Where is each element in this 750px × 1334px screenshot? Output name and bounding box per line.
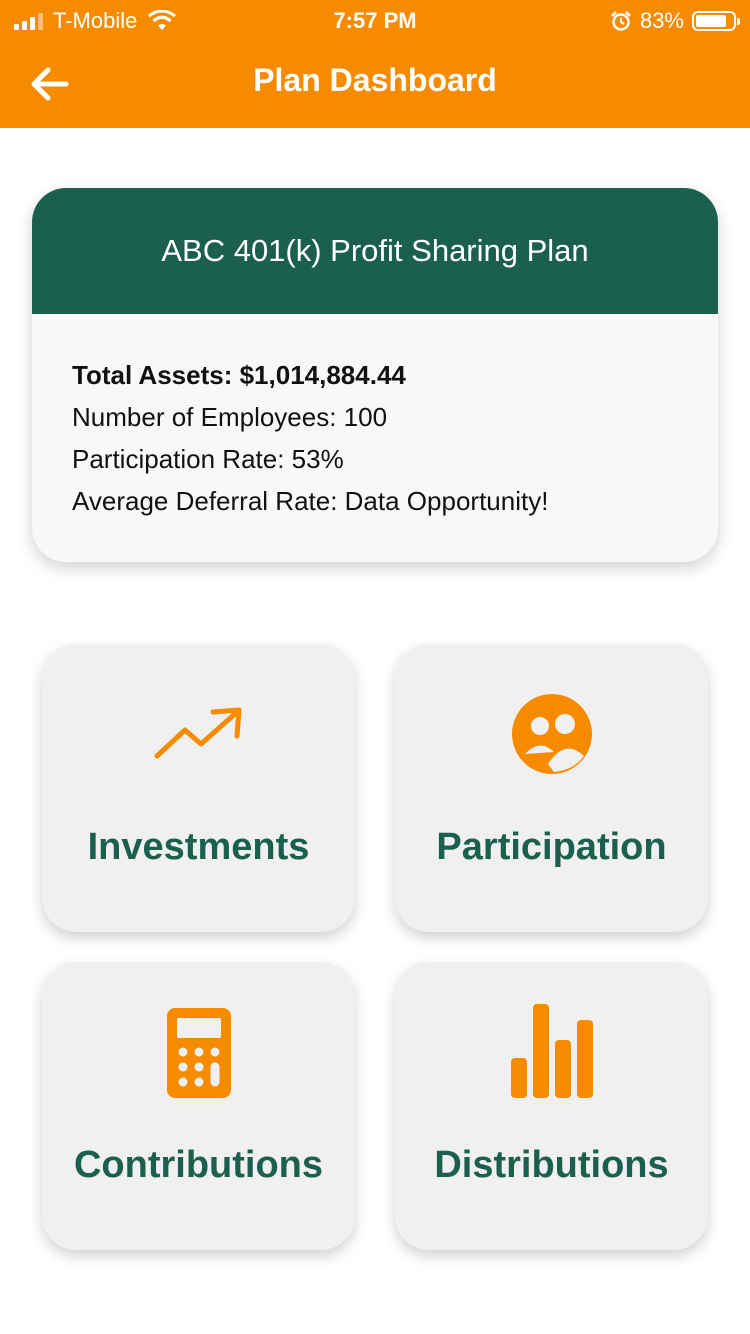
status-bar: T-Mobile 7:57 PM 83% xyxy=(0,0,750,40)
alarm-icon xyxy=(611,11,631,31)
tile-investments-label: Investments xyxy=(87,826,310,868)
group-icon xyxy=(511,694,592,774)
average-deferral-rate: Average Deferral Rate: Data Opportunity! xyxy=(72,486,549,516)
tile-distributions-label: Distributions xyxy=(434,1144,669,1186)
total-assets: Total Assets: $1,014,884.44 xyxy=(72,360,406,390)
tile-contributions[interactable]: Contributions xyxy=(42,962,355,1250)
bar-chart-icon xyxy=(510,1004,593,1098)
plan-details: Total Assets: $1,014,884.44 Number of Em… xyxy=(32,314,718,562)
battery-percent: 83% xyxy=(639,8,684,33)
tile-distributions[interactable]: Distributions xyxy=(395,962,708,1250)
battery-icon xyxy=(692,11,740,31)
tile-contributions-label: Contributions xyxy=(73,1144,324,1186)
tile-participation[interactable]: Participation xyxy=(395,644,708,932)
tile-participation-label: Participation xyxy=(436,826,667,868)
app-header: T-Mobile 7:57 PM 83% Plan Dashboard xyxy=(0,0,750,128)
participation-rate: Participation Rate: 53% xyxy=(72,444,344,474)
page-title: Plan Dashboard xyxy=(253,62,497,98)
number-of-employees: Number of Employees: 100 xyxy=(72,402,388,432)
tile-investments[interactable]: Investments xyxy=(42,644,355,932)
plan-name: ABC 401(k) Profit Sharing Plan xyxy=(32,188,718,314)
trending-up-icon xyxy=(154,707,241,759)
nav-bar: Plan Dashboard xyxy=(0,40,750,128)
calculator-icon xyxy=(166,1008,231,1098)
plan-summary-card: ABC 401(k) Profit Sharing Plan Total Ass… xyxy=(32,188,718,562)
